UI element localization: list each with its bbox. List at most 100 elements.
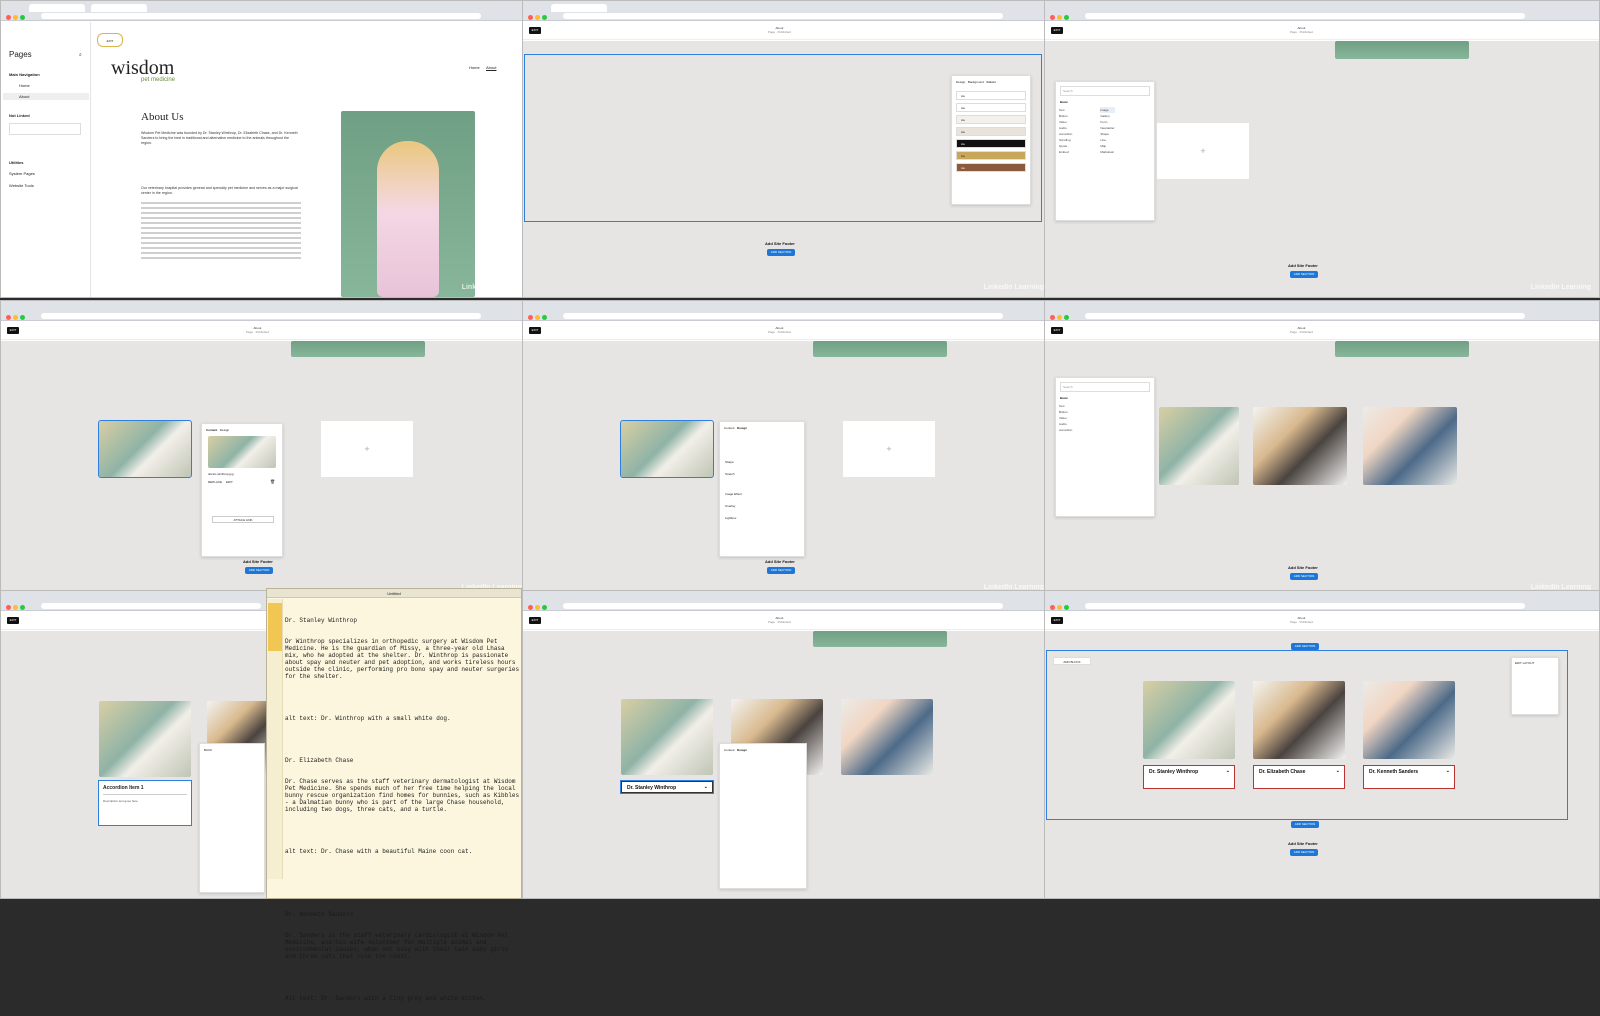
add-section-button[interactable]: ADD SECTION xyxy=(1290,573,1318,580)
exit-button[interactable]: EXIT xyxy=(1051,327,1063,334)
block-item[interactable]: Embed xyxy=(1059,149,1072,155)
add-section-button-top[interactable]: ADD SECTION xyxy=(1291,643,1319,650)
exit-button[interactable]: EXIT xyxy=(97,33,123,47)
doctor-winthrop-image[interactable] xyxy=(1143,681,1235,759)
block-item[interactable]: Accordion xyxy=(1059,427,1151,433)
doctor-sanders-image[interactable] xyxy=(841,699,933,775)
exit-button[interactable]: EXIT xyxy=(7,327,19,334)
edit-layout-button[interactable]: EDIT LAYOUT xyxy=(1515,661,1555,665)
address-bar[interactable] xyxy=(1085,313,1525,319)
setting-row[interactable]: Lightbox xyxy=(725,516,736,520)
address-bar[interactable] xyxy=(1085,13,1525,19)
color-swatch[interactable]: Aa xyxy=(956,163,1026,172)
doctor-chase-image[interactable] xyxy=(1253,407,1347,485)
accordion-winthrop[interactable]: Dr. Stanley Winthrop ⌄ xyxy=(1143,765,1235,789)
address-bar[interactable] xyxy=(563,13,1003,19)
chevron-down-icon[interactable]: ⌄ xyxy=(1336,768,1340,774)
exit-button[interactable]: EXIT xyxy=(529,27,541,34)
add-section-button[interactable]: ADD SECTION xyxy=(1290,271,1318,278)
accordion-chase[interactable]: Dr. Elizabeth Chase ⌄ xyxy=(1253,765,1345,789)
block-item[interactable]: Markdown xyxy=(1100,149,1114,155)
search-icon[interactable]: ⌕ xyxy=(79,52,82,58)
accordion-winthrop[interactable]: Dr. Stanley Winthrop ⌄ xyxy=(620,780,714,794)
exit-button[interactable]: EXIT xyxy=(1051,617,1063,624)
panel-5-image-design: EXIT About Page · Published + Content Des… xyxy=(522,300,1053,598)
exit-button[interactable]: EXIT xyxy=(529,327,541,334)
tab-design[interactable]: Design xyxy=(737,748,747,752)
edit-button[interactable]: EDIT xyxy=(226,480,233,484)
doctor-chase-image[interactable] xyxy=(1253,681,1345,759)
address-bar[interactable] xyxy=(41,13,481,19)
browser-tab[interactable] xyxy=(29,4,85,12)
chevron-down-icon[interactable]: ⌄ xyxy=(1446,768,1450,774)
site-nav-about[interactable]: About xyxy=(486,65,496,70)
accordion-title[interactable]: Accordion Item 1 xyxy=(103,785,187,795)
chevron-down-icon[interactable]: ⌄ xyxy=(1226,768,1230,774)
hero-image-strip xyxy=(813,631,947,647)
editor-text[interactable]: Dr. Stanley Winthrop Dr Winthrop special… xyxy=(285,603,521,1016)
chevron-down-icon[interactable]: ⌄ xyxy=(704,784,708,790)
address-bar[interactable] xyxy=(563,603,1003,609)
tab-design[interactable]: Design xyxy=(220,428,229,432)
empty-block-placeholder[interactable]: + xyxy=(843,421,935,477)
doctor-sanders-image[interactable] xyxy=(1363,681,1455,759)
address-bar[interactable] xyxy=(41,313,481,319)
empty-block-placeholder[interactable]: + xyxy=(321,421,413,477)
block-search[interactable]: Search xyxy=(1060,382,1150,392)
setting-row[interactable]: Image Effect xyxy=(725,492,742,496)
color-swatch[interactable]: Aa xyxy=(956,91,1026,100)
tab-content[interactable]: Content xyxy=(724,748,735,752)
replace-button[interactable]: REPLACE xyxy=(208,480,222,484)
tab-design[interactable]: Design xyxy=(956,80,965,84)
sidebar-item-system-pages[interactable]: System Pages xyxy=(9,171,35,176)
tab-design[interactable]: Design xyxy=(737,426,747,430)
color-swatch[interactable]: Aa xyxy=(956,127,1026,136)
doctor-winthrop-image[interactable] xyxy=(621,699,713,775)
setting-row[interactable]: Shape xyxy=(725,460,734,464)
tab-content[interactable]: Content xyxy=(724,426,735,430)
settings-tabs: Content Design xyxy=(202,424,282,436)
color-swatch[interactable]: Aa xyxy=(956,151,1026,160)
site-nav-home[interactable]: Home xyxy=(469,65,480,70)
color-swatch[interactable]: Aa xyxy=(956,115,1026,124)
add-section-button[interactable]: ADD SECTION xyxy=(1290,849,1318,856)
doctor-sanders-image[interactable] xyxy=(1363,407,1457,485)
exit-button[interactable]: EXIT xyxy=(7,617,19,624)
setting-row[interactable]: Overlay xyxy=(725,504,735,508)
doctor-winthrop-image[interactable] xyxy=(99,701,191,777)
trash-icon[interactable]: 🗑 xyxy=(270,479,275,484)
doctor-winthrop-image[interactable] xyxy=(98,420,192,478)
address-bar[interactable] xyxy=(1085,603,1525,609)
block-search[interactable]: Search xyxy=(1060,86,1150,96)
color-swatch[interactable]: Aa xyxy=(956,103,1026,112)
add-section-button[interactable]: ADD SECTION xyxy=(767,567,795,574)
address-bar[interactable] xyxy=(41,603,261,609)
attach-link-button[interactable]: ATTACH LINK xyxy=(212,516,274,523)
add-section-button-bottom[interactable]: ADD SECTION xyxy=(1291,821,1319,828)
empty-block-placeholder[interactable]: + xyxy=(1157,123,1249,179)
doctor-winthrop-image[interactable] xyxy=(620,420,714,478)
tab-background[interactable]: Background xyxy=(968,80,984,84)
accordion-block[interactable]: Accordion Item 1 Description text goes h… xyxy=(98,780,192,826)
add-block-button[interactable]: ADD BLOCK xyxy=(1053,657,1091,665)
tab-colors[interactable]: Colors xyxy=(986,80,996,84)
exit-button[interactable]: EXIT xyxy=(1051,27,1063,34)
setting-row[interactable]: Stretch xyxy=(725,472,735,476)
exit-button[interactable]: EXIT xyxy=(529,617,541,624)
doctor-winthrop-image[interactable] xyxy=(1159,407,1239,485)
accordion-sanders[interactable]: Dr. Kenneth Sanders ⌄ xyxy=(1363,765,1455,789)
back-button[interactable]: BACK xyxy=(200,744,264,756)
block-picker: Search Basic Text Button Video Audio Acc… xyxy=(1055,377,1155,517)
browser-tab[interactable] xyxy=(91,4,147,12)
add-section-button[interactable]: ADD SECTION xyxy=(767,249,795,256)
browser-tab[interactable] xyxy=(551,4,607,12)
color-swatch[interactable]: Aa xyxy=(956,139,1026,148)
add-site-footer-label: Add Site Footer xyxy=(243,559,273,564)
sidebar-item-home[interactable]: Home xyxy=(19,83,30,88)
add-section-button[interactable]: ADD SECTION xyxy=(245,567,273,574)
tab-content[interactable]: Content xyxy=(206,428,217,432)
sidebar-item-about[interactable]: About xyxy=(3,93,89,100)
address-bar[interactable] xyxy=(563,313,1003,319)
sidebar-item-website-tools[interactable]: Website Tools xyxy=(9,183,34,188)
editor-toolbar: EXIT About Page · Published xyxy=(1045,22,1599,40)
